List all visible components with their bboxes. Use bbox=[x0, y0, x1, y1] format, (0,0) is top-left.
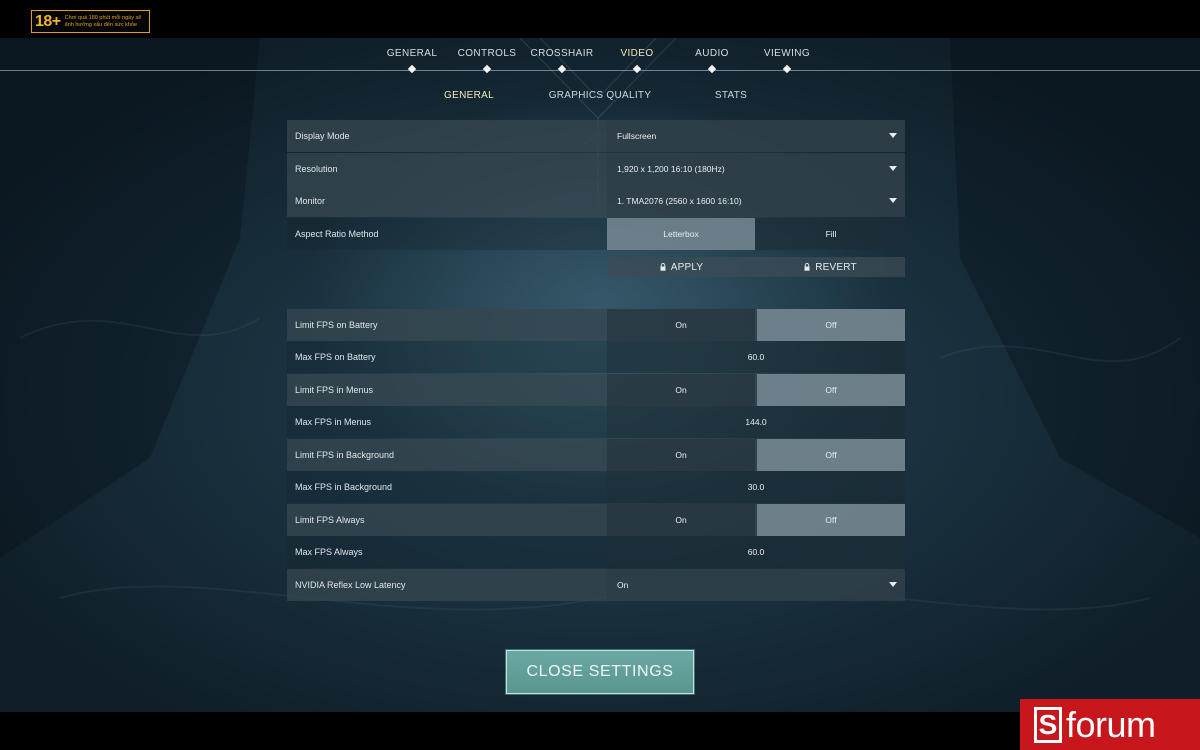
off-option[interactable]: Off bbox=[757, 439, 905, 471]
display-mode-dropdown[interactable]: Fullscreen bbox=[607, 120, 905, 152]
nav-divider bbox=[0, 70, 1200, 71]
setting-label: Limit FPS in Menus bbox=[295, 385, 374, 395]
aspect-letterbox-option[interactable]: Letterbox bbox=[607, 218, 755, 250]
tab-controls[interactable]: CONTROLS bbox=[458, 48, 517, 59]
setting-label: Max FPS in Menus bbox=[295, 417, 372, 427]
tab-video[interactable]: VIDEO bbox=[620, 48, 653, 59]
setting-limit-fps-background: Limit FPS in Background On Off bbox=[287, 439, 905, 471]
setting-max-fps-always: Max FPS Always 60.0 bbox=[287, 536, 905, 568]
setting-label: Aspect Ratio Method bbox=[295, 229, 379, 239]
max-fps-menus-value[interactable]: 144.0 bbox=[607, 406, 905, 438]
age-warning-text: Chơi quá 180 phút mỗi ngày sẽ ảnh hưởng … bbox=[64, 15, 142, 28]
chevron-down-icon bbox=[889, 198, 897, 203]
top-bar: 18+ Chơi quá 180 phút mỗi ngày sẽ ảnh hư… bbox=[0, 0, 1200, 38]
off-option[interactable]: Off bbox=[757, 504, 905, 536]
setting-limit-fps-menus: Limit FPS in Menus On Off bbox=[287, 374, 905, 406]
setting-label: Monitor bbox=[295, 196, 326, 206]
lock-icon bbox=[804, 263, 810, 271]
revert-button[interactable]: REVERT bbox=[756, 257, 905, 277]
sforum-logo-word: forum bbox=[1066, 703, 1156, 745]
setting-label: Max FPS Always bbox=[295, 547, 363, 557]
on-option[interactable]: On bbox=[607, 504, 755, 536]
setting-label: Display Mode bbox=[295, 131, 350, 141]
on-option[interactable]: On bbox=[607, 439, 755, 471]
dropdown-value: On bbox=[617, 580, 629, 590]
monitor-dropdown[interactable]: 1. TMA2076 (2560 x 1600 16:10) bbox=[607, 185, 905, 217]
revert-label: REVERT bbox=[815, 261, 857, 273]
setting-max-fps-battery: Max FPS on Battery 60.0 bbox=[287, 341, 905, 373]
chevron-down-icon bbox=[889, 582, 897, 587]
tab-general[interactable]: GENERAL bbox=[387, 48, 438, 59]
setting-label: Resolution bbox=[295, 164, 338, 174]
nvidia-reflex-dropdown[interactable]: On bbox=[607, 569, 905, 601]
aspect-fill-option[interactable]: Fill bbox=[757, 218, 905, 250]
dropdown-value: Fullscreen bbox=[617, 131, 657, 141]
setting-monitor: Monitor 1. TMA2076 (2560 x 1600 16:10) bbox=[287, 185, 905, 217]
sforum-logo-letter: S bbox=[1034, 706, 1062, 743]
setting-max-fps-menus: Max FPS in Menus 144.0 bbox=[287, 406, 905, 438]
setting-limit-fps-battery: Limit FPS on Battery On Off bbox=[287, 309, 905, 341]
setting-label: Limit FPS Always bbox=[295, 515, 365, 525]
dropdown-value: 1. TMA2076 (2560 x 1600 16:10) bbox=[617, 196, 742, 206]
subtab-general[interactable]: GENERAL bbox=[444, 90, 494, 101]
chevron-down-icon bbox=[889, 166, 897, 171]
setting-label: Limit FPS in Background bbox=[295, 450, 395, 460]
apply-button[interactable]: APPLY bbox=[607, 257, 756, 277]
on-option[interactable]: On bbox=[607, 309, 755, 341]
setting-aspect-ratio: Aspect Ratio Method Letterbox Fill bbox=[287, 218, 905, 250]
setting-label: Limit FPS on Battery bbox=[295, 320, 378, 330]
setting-label: Max FPS on Battery bbox=[295, 352, 376, 362]
apply-label: APPLY bbox=[670, 261, 704, 273]
setting-max-fps-background: Max FPS in Background 30.0 bbox=[287, 471, 905, 503]
setting-label: NVIDIA Reflex Low Latency bbox=[295, 580, 406, 590]
max-fps-always-value[interactable]: 60.0 bbox=[607, 536, 905, 568]
off-option[interactable]: Off bbox=[757, 374, 905, 406]
close-settings-button[interactable]: CLOSE SETTINGS bbox=[505, 649, 695, 695]
dropdown-value: 1,920 x 1,200 16:10 (180Hz) bbox=[617, 164, 725, 174]
max-fps-background-value[interactable]: 30.0 bbox=[607, 471, 905, 503]
subtab-graphics-quality[interactable]: GRAPHICS QUALITY bbox=[549, 90, 652, 101]
setting-limit-fps-always: Limit FPS Always On Off bbox=[287, 504, 905, 536]
apply-revert-bar: APPLY REVERT bbox=[607, 257, 905, 277]
max-fps-battery-value[interactable]: 60.0 bbox=[607, 341, 905, 373]
chevron-down-icon bbox=[889, 133, 897, 138]
setting-display-mode: Display Mode Fullscreen bbox=[287, 120, 905, 152]
subtab-stats[interactable]: STATS bbox=[715, 90, 747, 101]
sforum-watermark: S forum bbox=[1020, 699, 1200, 750]
age-rating: 18+ bbox=[35, 12, 61, 30]
setting-resolution: Resolution 1,920 x 1,200 16:10 (180Hz) bbox=[287, 153, 905, 185]
resolution-dropdown[interactable]: 1,920 x 1,200 16:10 (180Hz) bbox=[607, 153, 905, 185]
lock-icon bbox=[660, 263, 666, 271]
on-option[interactable]: On bbox=[607, 374, 755, 406]
off-option[interactable]: Off bbox=[757, 309, 905, 341]
tab-audio[interactable]: AUDIO bbox=[695, 48, 729, 59]
setting-label: Max FPS in Background bbox=[295, 482, 393, 492]
age-rating-badge: 18+ Chơi quá 180 phút mỗi ngày sẽ ảnh hư… bbox=[31, 10, 150, 33]
tab-crosshair[interactable]: CROSSHAIR bbox=[530, 48, 593, 59]
setting-nvidia-reflex: NVIDIA Reflex Low Latency On bbox=[287, 569, 905, 601]
tab-viewing[interactable]: VIEWING bbox=[764, 48, 810, 59]
